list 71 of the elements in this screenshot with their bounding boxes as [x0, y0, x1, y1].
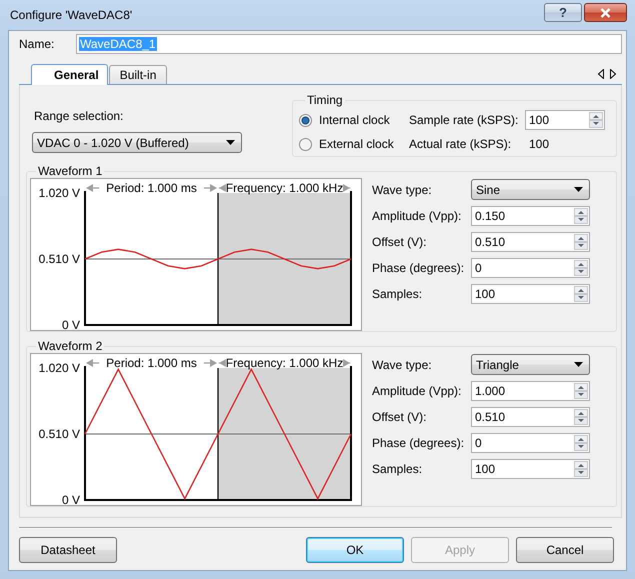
- field-label: Amplitude (Vpp):: [372, 384, 462, 398]
- radio-label: External clock: [319, 137, 394, 151]
- dimension-arrow: [86, 359, 100, 367]
- field-label: Amplitude (Vpp):: [372, 209, 462, 223]
- dialog-button[interactable]: OK: [306, 537, 404, 563]
- number-field[interactable]: 100: [471, 459, 590, 479]
- radio-label: Internal clock: [319, 113, 390, 127]
- spinner-icon[interactable]: [574, 260, 588, 276]
- value-text: 100: [528, 137, 550, 151]
- group-title: Waveform 1: [37, 164, 104, 178]
- number-field[interactable]: 0: [471, 433, 590, 453]
- dimension-arrow: [342, 359, 351, 367]
- field-label: Samples:: [372, 287, 424, 301]
- field-label: Range selection:: [34, 109, 124, 123]
- spinner-icon[interactable]: [574, 461, 588, 477]
- caret-icon: [574, 362, 583, 367]
- axis-tick-label: 1.020 V: [38, 361, 80, 375]
- dimension-arrow: [86, 184, 100, 192]
- field-label: Actual rate (kSPS):: [409, 137, 512, 151]
- number-field[interactable]: 100: [471, 284, 590, 304]
- axis-tick-label: 0 V: [62, 318, 80, 330]
- radio-button[interactable]: [299, 138, 312, 150]
- spinner-icon[interactable]: [574, 234, 588, 250]
- number-field[interactable]: 100: [525, 110, 605, 130]
- field-label: Phase (degrees):: [372, 436, 466, 450]
- spinner-icon[interactable]: [574, 383, 588, 399]
- window-title: Configure 'WaveDAC8': [9, 8, 134, 22]
- spinner-icon[interactable]: [574, 435, 588, 451]
- left-arrow-icon[interactable]: [598, 68, 604, 78]
- field-label: Sample rate (kSPS):: [409, 113, 520, 127]
- close-icon: [600, 8, 611, 18]
- field-label: Name:: [19, 37, 56, 51]
- axis-tick-label: 0 V: [62, 493, 80, 505]
- period-label: Period: 1.000 ms: [106, 356, 197, 370]
- dropdown[interactable]: Triangle: [471, 354, 590, 375]
- axis-tick-label: 0.510 V: [38, 427, 80, 441]
- dropdown[interactable]: VDAC 0 - 1.020 V (Buffered): [32, 132, 242, 153]
- axis-tick-label: 0.510 V: [38, 252, 80, 266]
- spinner-icon[interactable]: [574, 286, 588, 302]
- field-label: Offset (V):: [372, 410, 428, 424]
- field-label: Phase (degrees):: [372, 261, 466, 275]
- spinner-icon[interactable]: [574, 409, 588, 425]
- caret-icon: [574, 187, 583, 192]
- number-field[interactable]: 0: [471, 258, 590, 278]
- right-arrow-icon[interactable]: [610, 68, 616, 78]
- axis-tick-label: 1.020 V: [38, 186, 80, 200]
- field-label: Wave type:: [372, 182, 433, 196]
- radio-button[interactable]: [299, 114, 312, 126]
- spinner-icon[interactable]: [589, 112, 603, 128]
- dropdown[interactable]: Sine: [471, 179, 590, 200]
- group-title: Timing: [306, 93, 344, 107]
- caret-icon: [226, 140, 235, 145]
- frequency-label: Frequency: 1.000 kHz: [226, 356, 344, 370]
- number-field[interactable]: 0.150: [471, 206, 590, 226]
- dimension-arrow: [342, 184, 351, 192]
- dialog-button[interactable]: Datasheet: [19, 537, 117, 563]
- number-field[interactable]: 0.510: [471, 407, 590, 427]
- tab[interactable]: General: [31, 64, 108, 85]
- field-label: Samples:: [372, 462, 424, 476]
- dialog-button[interactable]: Cancel: [516, 537, 614, 563]
- help-button[interactable]: ?: [544, 3, 582, 22]
- frequency-label: Frequency: 1.000 kHz: [226, 181, 344, 195]
- field-label: Offset (V):: [372, 235, 428, 249]
- tab[interactable]: Built-in: [108, 65, 168, 84]
- spinner-icon[interactable]: [574, 208, 588, 224]
- period-label: Period: 1.000 ms: [106, 181, 197, 195]
- number-field[interactable]: 1.000: [471, 381, 590, 401]
- close-button[interactable]: [584, 3, 627, 22]
- field-label: Wave type:: [372, 358, 433, 372]
- number-field[interactable]: 0.510: [471, 232, 590, 252]
- group-title: Waveform 2: [37, 339, 104, 353]
